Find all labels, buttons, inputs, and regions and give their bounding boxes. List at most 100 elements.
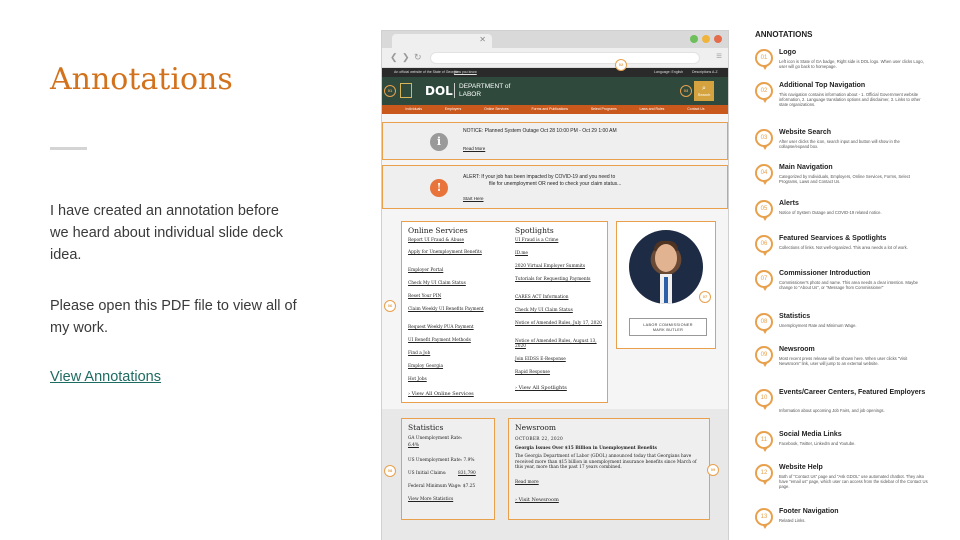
nav-online-services[interactable]: Online Services bbox=[484, 105, 509, 114]
commissioner-section: LABOR COMMISSIONER MARK BUTLER bbox=[616, 221, 716, 349]
annotation-marker-07: 07 bbox=[699, 291, 711, 303]
annotation-desc: Both of "Contact Us" page and "Ask GDOL"… bbox=[779, 474, 928, 489]
window-dot-green[interactable] bbox=[690, 35, 698, 43]
search-icon: ⌕ bbox=[702, 85, 706, 92]
pin-icon: 04 bbox=[755, 164, 773, 185]
window-dot-red[interactable] bbox=[714, 35, 722, 43]
service-link[interactable]: Apply for Unemployment Benefits bbox=[408, 250, 498, 255]
main-navigation: Individuals Employers Online Services Fo… bbox=[382, 105, 728, 114]
service-link[interactable]: Employer Portal bbox=[408, 268, 498, 273]
commissioner-button[interactable]: LABOR COMMISSIONER MARK BUTLER bbox=[629, 318, 707, 336]
service-link[interactable]: Hot Jobs bbox=[408, 377, 498, 382]
pin-icon: 12 bbox=[755, 464, 773, 485]
spotlight-link[interactable]: CARES ACT Information bbox=[515, 295, 605, 300]
statistics-section: Statistics GA Unemployment Rate: 6.4% US… bbox=[401, 418, 495, 520]
department-line-1: DEPARTMENT of bbox=[459, 83, 511, 90]
annotation-title: Additional Top Navigation bbox=[779, 82, 866, 89]
nav-contact[interactable]: Contact Us bbox=[687, 105, 704, 114]
close-tab-icon[interactable]: ✕ bbox=[479, 35, 486, 44]
visit-newsroom-link[interactable]: › Visit Newsroom bbox=[515, 497, 559, 503]
annotation-item: 07 Commissioner Introduction Commissione… bbox=[755, 270, 955, 306]
nav-employers[interactable]: Employers bbox=[445, 105, 462, 114]
annotation-title: Website Help bbox=[779, 464, 823, 471]
top-utility-bar: An official website of the State of Geor… bbox=[382, 68, 728, 77]
service-link[interactable]: Check My UI Claim Status bbox=[408, 281, 498, 286]
annotation-item: 04 Main Navigation Categorized by Indivi… bbox=[755, 164, 955, 200]
service-link[interactable]: Request Weekly PUA Payment bbox=[408, 325, 498, 330]
alert-text: ALERT: If your job has been impacted by … bbox=[463, 174, 663, 187]
annotation-marker-01: 01 bbox=[384, 85, 396, 97]
news-headline: Georgia Issues Over $15 Billion in Unemp… bbox=[515, 446, 657, 451]
annotation-title: Newsroom bbox=[779, 346, 815, 353]
spotlight-link[interactable]: Rapid Response bbox=[515, 370, 605, 375]
annotation-desc: Most recent press release will be shown … bbox=[779, 356, 908, 366]
reload-icon[interactable]: ↻ bbox=[414, 52, 422, 63]
search-button[interactable]: ⌕ Search bbox=[694, 81, 714, 101]
pin-icon: 06 bbox=[755, 235, 773, 256]
annotation-title: Commissioner Introduction bbox=[779, 270, 871, 277]
browser-tab[interactable]: ✕ bbox=[392, 34, 492, 48]
language-selector[interactable]: Language: English bbox=[654, 70, 683, 74]
news-read-more[interactable]: Read more bbox=[515, 480, 539, 486]
intro-paragraph: I have created an annotation before we h… bbox=[50, 203, 283, 263]
online-services-heading: Online Services bbox=[408, 226, 468, 235]
address-field[interactable] bbox=[430, 52, 700, 64]
info-icon: i bbox=[430, 133, 448, 151]
annotation-desc: Information about upcoming Job Fairs, an… bbox=[779, 408, 885, 413]
annotations-heading: ANNOTATIONS bbox=[755, 30, 813, 39]
title-divider bbox=[50, 147, 87, 150]
view-all-services-link[interactable]: › View All Online Services bbox=[408, 391, 474, 397]
service-link[interactable]: Find a Job bbox=[408, 351, 498, 356]
pin-icon: 05 bbox=[755, 200, 773, 221]
nav-select-programs[interactable]: Select Programs bbox=[591, 105, 617, 114]
annotation-item: 12 Website Help Both of "Contact Us" pag… bbox=[755, 464, 955, 500]
annotation-title: Main Navigation bbox=[779, 164, 833, 171]
spotlight-link[interactable]: 2020 Virtual Employer Summits bbox=[515, 264, 605, 269]
annotation-title: Statistics bbox=[779, 313, 811, 320]
window-dot-yellow[interactable] bbox=[702, 35, 710, 43]
service-link[interactable]: Employ Georgia bbox=[408, 364, 498, 369]
annotation-title: Footer Navigation bbox=[779, 508, 839, 515]
view-annotations-link[interactable]: View Annotations bbox=[50, 369, 161, 385]
spotlight-link[interactable]: Join EIDSS E-Response bbox=[515, 357, 605, 362]
read-more-link[interactable]: Read More bbox=[463, 146, 485, 151]
forward-icon[interactable]: ❯ bbox=[402, 52, 410, 63]
annotation-item: 02 Additional Top Navigation This naviga… bbox=[755, 82, 955, 118]
pin-icon: 13 bbox=[755, 508, 773, 529]
more-statistics-link[interactable]: View More Statistics bbox=[408, 497, 453, 503]
annotation-desc: Categorized by Individuals, Employers, O… bbox=[779, 174, 911, 184]
annotation-desc: Facebook, Twitter, LinkedIn and Youtube. bbox=[779, 441, 856, 446]
nav-individuals[interactable]: Individuals bbox=[405, 105, 422, 114]
georgia-badge-icon[interactable] bbox=[400, 83, 412, 98]
annotation-item: 11 Social Media Links Facebook, Twitter,… bbox=[755, 431, 955, 467]
service-link[interactable]: Claim Weekly UI Benefits Payment bbox=[408, 307, 498, 312]
spotlight-link[interactable]: UI Fraud is a Crime bbox=[515, 238, 605, 243]
pin-icon: 11 bbox=[755, 431, 773, 452]
descriptions-link[interactable]: Descriptions A-Z bbox=[692, 70, 718, 74]
service-link[interactable]: Reset Your PIN bbox=[408, 294, 498, 299]
instruction-paragraph: Please open this PDF file to view all of… bbox=[50, 298, 297, 336]
nav-laws[interactable]: Laws and Rules bbox=[640, 105, 665, 114]
menu-icon[interactable]: ≡ bbox=[716, 51, 722, 62]
annotation-item: 13 Footer Navigation Related Links. bbox=[755, 508, 955, 540]
spotlight-link[interactable]: ID.me bbox=[515, 251, 605, 256]
annotation-marker-08: 08 bbox=[384, 465, 396, 477]
start-here-link[interactable]: Start Here bbox=[463, 196, 484, 201]
nav-forms[interactable]: Forms and Publications bbox=[531, 105, 568, 114]
annotation-desc: This navigation contains information abo… bbox=[779, 92, 921, 107]
spotlight-link[interactable]: Notice of Amended Rules, July 17, 2020 bbox=[515, 321, 605, 326]
address-bar-row: ❮ ❯ ↻ ≡ bbox=[382, 48, 728, 68]
spotlight-link[interactable]: Tutorials for Requesting Payments bbox=[515, 277, 605, 282]
service-link[interactable]: UI Benefit Payment Methods bbox=[408, 338, 498, 343]
service-link[interactable]: Report UI Fraud & Abuse bbox=[408, 238, 498, 243]
dol-logo[interactable]: DOL bbox=[425, 84, 453, 98]
spotlight-link[interactable]: Check My UI Claim Status bbox=[515, 308, 605, 313]
window-controls bbox=[690, 35, 722, 43]
pin-icon: 01 bbox=[755, 49, 773, 70]
back-icon[interactable]: ❮ bbox=[390, 52, 398, 63]
spotlight-link[interactable]: Notice of Amended Rules, August 13, 2020 bbox=[515, 339, 605, 349]
how-you-know-link[interactable]: How you know bbox=[454, 70, 477, 74]
spotlights-heading: Spotlights bbox=[515, 226, 554, 235]
pin-icon: 08 bbox=[755, 313, 773, 334]
view-all-spotlights-link[interactable]: › View All Spotlights bbox=[515, 385, 567, 391]
